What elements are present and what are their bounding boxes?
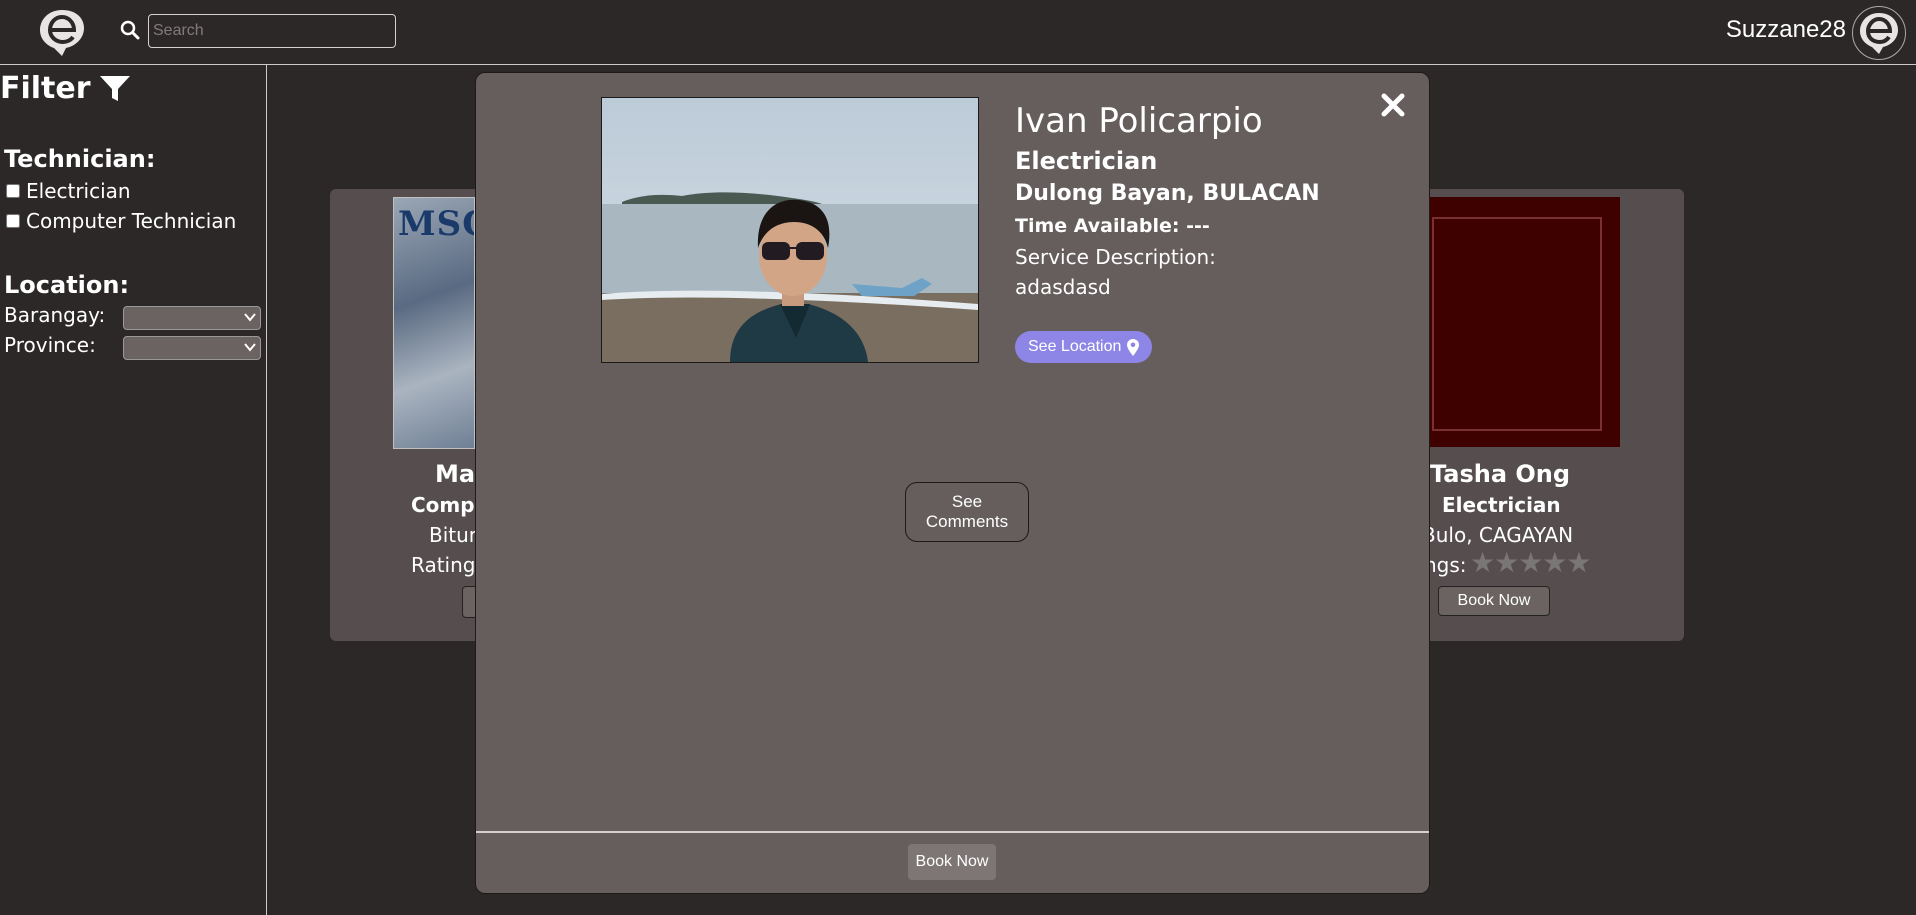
- time-available: Time Available: ---: [1015, 215, 1210, 237]
- top-bar: Suzzane28: [0, 0, 1916, 65]
- funnel-icon: [99, 75, 130, 101]
- card-image-text: MSCPE: [398, 204, 474, 244]
- technician-name: Ivan Policarpio: [1015, 101, 1263, 141]
- electrician-checkbox[interactable]: [6, 184, 20, 198]
- see-location-label: See Location: [1028, 338, 1122, 355]
- technician-card-image: [1418, 197, 1620, 447]
- technician-section-title: Technician:: [4, 145, 156, 173]
- chevron-down-icon: [244, 343, 256, 352]
- modal-footer-divider: [476, 831, 1429, 833]
- close-icon[interactable]: [1379, 91, 1407, 119]
- technician-type: Electrician: [1015, 147, 1158, 175]
- electrician-label: Electrician: [26, 179, 131, 203]
- map-pin-icon: [1127, 338, 1140, 356]
- book-now-button[interactable]: Book Now: [908, 844, 996, 880]
- technician-detail-modal: Ivan Policarpio Electrician Dulong Bayan…: [475, 72, 1430, 894]
- technician-location: Dulong Bayan, BULACAN: [1015, 181, 1320, 206]
- avatar[interactable]: [1852, 6, 1906, 60]
- card-name: Tasha Ong: [1430, 460, 1571, 488]
- search-icon[interactable]: [120, 20, 140, 40]
- search-input[interactable]: [148, 14, 396, 48]
- technician-card-image: MSCPE: [393, 197, 475, 449]
- service-description: adasdasd: [1015, 275, 1111, 299]
- username[interactable]: Suzzane28: [1726, 16, 1846, 44]
- card-location: Bulo, CAGAYAN: [1422, 523, 1574, 547]
- province-label: Province:: [4, 333, 96, 357]
- computer-technician-label: Computer Technician: [26, 209, 237, 233]
- filter-title: Filter: [0, 71, 131, 106]
- computer-technician-checkbox[interactable]: [6, 214, 20, 228]
- book-now-button[interactable]: Book Now: [1438, 586, 1550, 616]
- card-type: Comp: [411, 493, 475, 517]
- filter-computer-technician[interactable]: Computer Technician: [6, 209, 236, 233]
- card-location: Bitun: [429, 523, 482, 547]
- barangay-label: Barangay:: [4, 303, 106, 327]
- filter-electrician[interactable]: Electrician: [6, 179, 131, 203]
- province-select[interactable]: [123, 336, 261, 360]
- rating-stars: ★★★★★: [1470, 546, 1592, 579]
- see-comments-button[interactable]: See Comments: [905, 482, 1029, 542]
- service-description-label: Service Description:: [1015, 245, 1216, 269]
- card-ratings: ngs:: [1424, 553, 1467, 577]
- filter-sidebar: Filter Technician: Electrician Computer …: [0, 65, 267, 915]
- e-logo-icon[interactable]: [36, 6, 88, 58]
- card-type: Electrician: [1442, 493, 1561, 517]
- location-section-title: Location:: [4, 271, 130, 299]
- see-location-button[interactable]: See Location: [1015, 331, 1153, 363]
- card-ratings: Rating: [411, 553, 476, 577]
- filter-title-label: Filter: [0, 71, 91, 106]
- e-logo-icon: [1860, 13, 1898, 54]
- chevron-down-icon: [244, 313, 256, 322]
- barangay-select[interactable]: [123, 306, 261, 330]
- technician-photo: [601, 97, 979, 363]
